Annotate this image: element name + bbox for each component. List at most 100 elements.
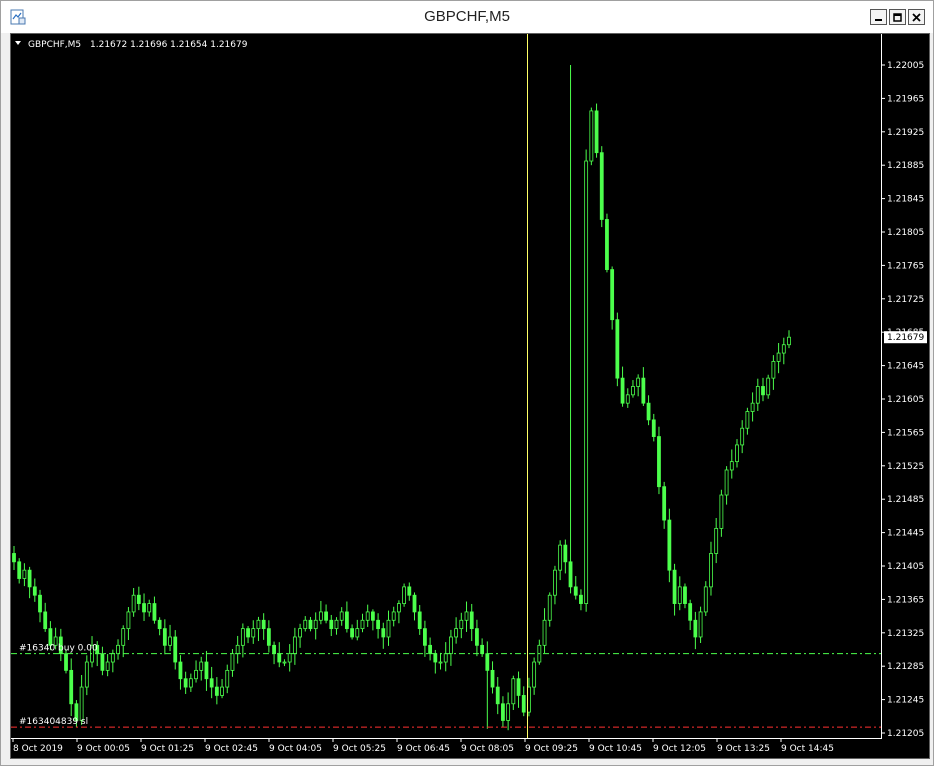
candle-body (584, 160, 589, 604)
candle-body (755, 386, 760, 404)
candle-body (365, 611, 370, 621)
time-tick-label: 9 Oct 10:45 (589, 744, 642, 754)
candle-body (152, 603, 157, 621)
candle-body (168, 636, 172, 646)
candle-body (220, 686, 224, 696)
candle-body (521, 695, 526, 713)
candle-body (251, 628, 256, 638)
time-tick-label: 9 Oct 04:05 (269, 744, 322, 754)
candle-body (79, 686, 84, 721)
price-tick-label: 1.21725 (887, 295, 924, 305)
chart-window: GBPCHF,M5 GBPCHF,M5 1.21672 1.21696 1.21… (0, 0, 934, 766)
candle-body (214, 686, 219, 696)
chart-symbol-label: GBPCHF,M5 (28, 40, 81, 50)
candle-body (724, 469, 729, 496)
candle-body (282, 661, 287, 664)
candle-body (292, 636, 297, 655)
candle-body (157, 619, 162, 630)
candle-body (677, 586, 682, 604)
candle-body (610, 269, 615, 321)
candle-body (43, 611, 48, 630)
candle-body (376, 619, 380, 630)
candle-body (657, 436, 661, 488)
chart-canvas[interactable]: GBPCHF,M5 1.21672 1.21696 1.21654 1.2167… (11, 34, 929, 758)
price-tick-label: 1.21365 (887, 595, 924, 605)
candle-body (204, 661, 209, 680)
candle-body (761, 386, 765, 396)
candle-body (781, 344, 786, 354)
candle-body (22, 569, 27, 579)
candle-body (672, 569, 677, 604)
price-axis: 1.22005 1.21965 1.21925 1.21885 1.21845 1.218… (881, 61, 924, 739)
candle-body (709, 553, 713, 588)
candle-body (636, 377, 641, 387)
candle-body (334, 619, 339, 630)
current-price-label: 1.21679 (887, 333, 924, 343)
candle-body (464, 611, 469, 621)
candle-body (641, 377, 646, 404)
price-tick-label: 1.21245 (887, 696, 924, 706)
candle-body (266, 628, 271, 646)
candle-body (162, 628, 167, 646)
candle-body (625, 394, 630, 404)
time-axis: 8 Oct 2019 9 Oct 00:05 9 Oct 01:25 9 Oct 02… (12, 738, 834, 754)
candle-body (313, 619, 318, 630)
chart-area[interactable]: GBPCHF,M5 1.21672 1.21696 1.21654 1.2167… (10, 33, 930, 759)
candle-body (298, 628, 302, 638)
candle-body (693, 619, 698, 638)
candle-body (64, 653, 68, 671)
time-tick-label: 8 Oct 2019 (13, 744, 63, 754)
stop-loss-level-label: #163404839 sl (19, 717, 88, 727)
candle-body (495, 686, 500, 705)
candle-body (188, 678, 193, 688)
candle-body (547, 594, 552, 621)
price-tick-label: 1.21565 (887, 428, 924, 438)
candle-body (240, 628, 245, 646)
triangle-down-icon[interactable] (15, 41, 21, 45)
candle-body (443, 653, 448, 663)
candle-body (277, 653, 282, 663)
window-titlebar[interactable]: GBPCHF,M5 (1, 1, 933, 33)
candle-body (105, 661, 110, 671)
candle-body (308, 619, 313, 630)
candle-body (766, 377, 771, 396)
time-tick-label: 9 Oct 00:05 (77, 744, 130, 754)
time-tick-label: 9 Oct 09:25 (525, 744, 578, 754)
candle-body (230, 653, 235, 671)
candle-body (370, 611, 375, 621)
maximize-button[interactable] (889, 9, 906, 25)
price-tick-label: 1.21845 (887, 195, 924, 205)
candle-body (391, 611, 396, 621)
chart-ohlc-label: 1.21672 1.21696 1.21654 1.21679 (90, 40, 248, 50)
minimize-icon (875, 18, 882, 21)
candle-body (38, 594, 42, 613)
candle-body (745, 411, 750, 429)
candle-body (516, 678, 521, 696)
candle-body (480, 644, 485, 655)
candle-body (386, 619, 391, 638)
candle-body (256, 619, 261, 630)
candle-body (407, 586, 412, 596)
candle-body (303, 619, 308, 630)
candle-body (501, 703, 505, 721)
candle-body (771, 361, 776, 379)
price-tick-label: 1.21765 (887, 261, 924, 271)
time-tick-label: 9 Oct 06:45 (397, 744, 450, 754)
price-tick-label: 1.21885 (887, 161, 924, 171)
candle-body (667, 519, 672, 571)
time-tick-label: 9 Oct 12:05 (653, 744, 706, 754)
candle-body (339, 611, 344, 621)
candle-body (136, 594, 141, 604)
candle-body (246, 628, 250, 638)
price-tick-label: 1.22005 (887, 61, 924, 71)
candle-body (261, 619, 266, 630)
candle-body (110, 653, 115, 663)
candle-body (485, 653, 490, 671)
minimize-button[interactable] (870, 9, 887, 25)
candle-body (589, 110, 594, 162)
close-button[interactable] (908, 9, 925, 25)
candle-body (563, 544, 568, 563)
candle-body (121, 628, 126, 646)
candle-body (17, 561, 22, 579)
time-tick-label: 9 Oct 02:45 (205, 744, 258, 754)
